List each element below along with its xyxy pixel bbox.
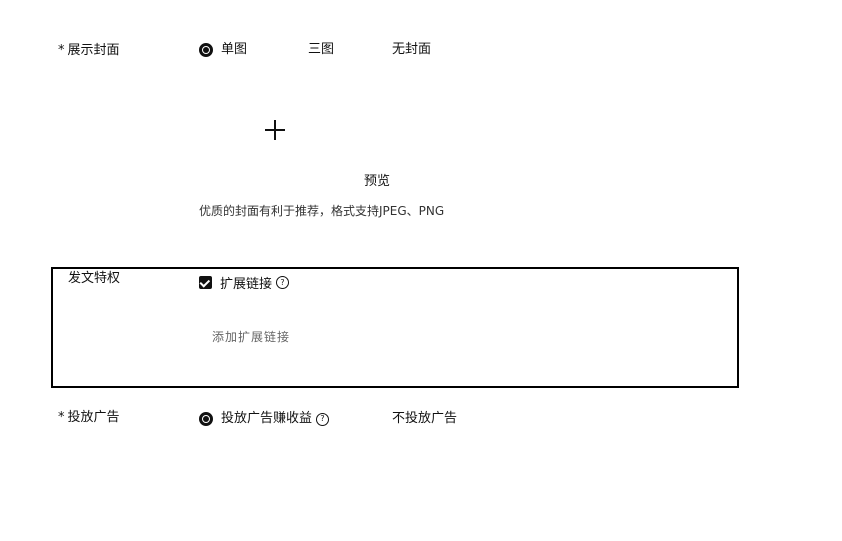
privilege-label: 发文特权 bbox=[68, 271, 121, 286]
cover-option-single[interactable]: 单图 bbox=[199, 42, 247, 58]
cover-option-none-label: 无封面 bbox=[392, 42, 432, 57]
extend-link-subtext[interactable]: 添加扩展链接 bbox=[212, 328, 290, 345]
radio-checked-icon bbox=[199, 43, 213, 57]
cover-hint-text: 优质的封面有利于推荐，格式支持JPEG、PNG bbox=[199, 204, 445, 218]
article-settings-page: * 展示封面 单图 三图 无封面 预览 优质的封面有利于推荐，格式支持JPEG、P… bbox=[0, 0, 842, 541]
radio-unchecked-icon bbox=[370, 412, 384, 426]
extend-link-checkbox[interactable]: 扩展链接 ? bbox=[199, 273, 290, 292]
cover-option-three-label: 三图 bbox=[308, 42, 335, 57]
ads-option-disable[interactable]: 不投放广告 bbox=[370, 411, 457, 427]
cover-option-single-label: 单图 bbox=[221, 42, 248, 57]
cover-option-none[interactable]: 无封面 bbox=[370, 42, 431, 58]
ads-option-enable[interactable]: 投放广告赚收益 ? bbox=[199, 411, 330, 427]
ads-label-text: 投放广告 bbox=[67, 410, 120, 425]
extend-link-label: 扩展链接 bbox=[220, 277, 273, 292]
cover-upload-button[interactable] bbox=[240, 100, 310, 160]
privilege-section bbox=[51, 267, 739, 388]
cover-label-text: 展示封面 bbox=[67, 43, 120, 58]
checkbox-checked-icon bbox=[199, 276, 212, 289]
radio-unchecked-icon bbox=[370, 43, 384, 57]
required-mark: * bbox=[58, 43, 65, 58]
ads-option-enable-label: 投放广告赚收益 bbox=[221, 411, 313, 426]
radio-checked-icon bbox=[199, 412, 213, 426]
radio-unchecked-icon bbox=[286, 43, 300, 57]
ads-label: * 投放广告 bbox=[58, 410, 120, 426]
cover-label: * 展示封面 bbox=[58, 43, 120, 59]
ads-option-disable-label: 不投放广告 bbox=[392, 411, 458, 426]
plus-icon bbox=[265, 120, 285, 140]
cover-option-three[interactable]: 三图 bbox=[286, 42, 334, 58]
required-mark: * bbox=[58, 410, 65, 425]
help-icon[interactable]: ? bbox=[316, 412, 330, 426]
help-icon[interactable]: ? bbox=[276, 276, 290, 289]
preview-button[interactable]: 预览 bbox=[364, 170, 390, 189]
